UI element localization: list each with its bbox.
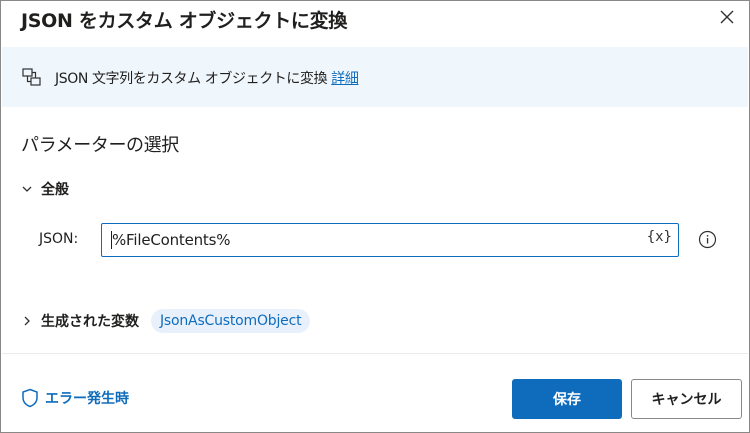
produced-variables-row: 生成された変数 JsonAsCustomObject [21,307,311,335]
dialog-title: JSON をカスタム オブジェクトに変換 [21,10,348,32]
action-icon [22,68,41,86]
json-input-value: %FileContents% [112,231,231,249]
produced-variables-label: 生成された変数 [41,314,139,330]
save-button[interactable]: 保存 [512,379,622,419]
general-group-label: 全般 [41,182,69,198]
info-banner: JSON 文字列をカスタム オブジェクトに変換 詳細 [2,47,748,107]
shield-icon [22,388,38,408]
variable-chip[interactable]: JsonAsCustomObject [151,309,311,333]
on-error-label: エラー発生時 [45,391,129,407]
dialog: JSON をカスタム オブジェクトに変換 JSON 文字列をカスタム オブジェク… [0,0,750,433]
footer-divider [2,353,748,354]
close-button[interactable] [715,5,739,29]
general-group-toggle[interactable]: 全般 [21,179,69,199]
banner-description: JSON 文字列をカスタム オブジェクトに変換 [55,71,328,87]
info-icon[interactable] [698,230,717,249]
chevron-right-icon [24,316,30,326]
banner-text: JSON 文字列をカスタム オブジェクトに変換 詳細 [55,68,359,88]
close-icon [720,10,734,24]
details-link[interactable]: 詳細 [331,71,359,87]
section-title: パラメーターの選択 [21,135,179,156]
chevron-down-icon [22,186,32,192]
cancel-button[interactable]: キャンセル [631,379,742,419]
insert-variable-button[interactable]: {x} [647,229,672,245]
produced-variables-toggle[interactable]: 生成された変数 [21,311,139,331]
on-error-link[interactable]: エラー発生時 [21,388,129,408]
json-input[interactable]: %FileContents% {x} [101,223,679,257]
json-label: JSON: [39,231,79,247]
